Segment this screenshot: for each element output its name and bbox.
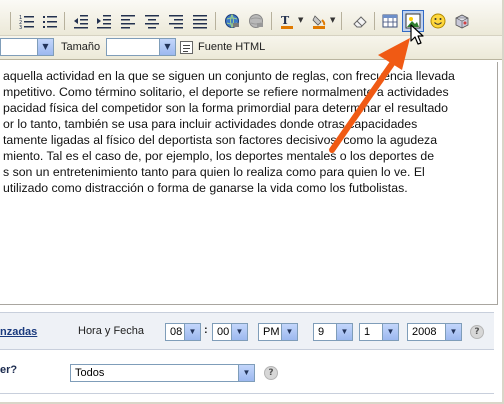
chevron-down-icon: ▼ <box>336 324 352 340</box>
month-value: 9 <box>318 326 325 338</box>
visibility-row: er? Todos ▼ ? <box>0 352 494 394</box>
hour-select[interactable]: 08 ▼ <box>165 323 201 341</box>
day-select[interactable]: 1 ▼ <box>359 323 399 341</box>
chevron-down-icon: ▼ <box>159 39 175 55</box>
toolbar-separator <box>341 12 342 30</box>
text-color-icon[interactable]: T <box>278 11 298 31</box>
smiley-icon[interactable] <box>428 11 448 31</box>
toolbar-separator <box>215 12 216 30</box>
editor-line: or lo tanto, también se usa para incluir… <box>3 117 418 131</box>
mouse-cursor-icon <box>410 24 424 45</box>
background-color-icon[interactable] <box>310 11 330 31</box>
toolbar-separator <box>64 12 65 30</box>
chevron-down-icon: ▼ <box>382 324 398 340</box>
align-left-icon[interactable] <box>118 11 138 31</box>
chevron-down-icon: ▼ <box>281 324 297 340</box>
datetime-label: Hora y Fecha <box>78 325 145 337</box>
visibility-question: er? <box>0 364 18 376</box>
insert-link-icon[interactable] <box>222 11 242 31</box>
day-value: 1 <box>364 326 371 338</box>
editor-line: aquella actividad en la que se siguen un… <box>3 69 455 83</box>
font-size-select[interactable]: ▼ <box>106 38 176 56</box>
hour-value: 08 <box>170 326 183 338</box>
chevron-down-icon[interactable]: ▼ <box>298 17 305 24</box>
editor-line: mpetitivo. Como término solitario, el de… <box>3 85 449 99</box>
editor-line: miento. Tal es el caso de, por ejemplo, … <box>3 149 435 163</box>
outdent-icon[interactable] <box>71 11 91 31</box>
editor-line: tamente ligadas al físico del deportista… <box>3 133 438 147</box>
advanced-options-row: nzadas Hora y Fecha 08 ▼ : 00 ▼ PM ▼ 9 ▼… <box>0 312 494 350</box>
chevron-down-icon: ▼ <box>445 324 461 340</box>
font-toolbar: ▼ Tamaño ▼ Fuente HTML <box>0 36 502 60</box>
ampm-value: PM <box>263 326 280 338</box>
editor-line: utilizado como distracción o forma de ga… <box>3 181 408 195</box>
help-icon[interactable]: ? <box>264 366 278 380</box>
html-source-icon[interactable] <box>180 41 193 54</box>
year-select[interactable]: 2008 ▼ <box>407 323 462 341</box>
help-icon[interactable]: ? <box>470 325 484 339</box>
chevron-down-icon: ▼ <box>37 39 53 55</box>
visibility-select[interactable]: Todos ▼ <box>70 364 255 382</box>
toolbar-separator <box>10 12 11 30</box>
svg-text:T: T <box>281 14 290 27</box>
month-select[interactable]: 9 ▼ <box>313 323 353 341</box>
window-frame: 123 T ▼ ▼ ▼ Tamaño ▼ Fuente HTML aquella… <box>0 0 504 404</box>
chevron-down-icon: ▼ <box>238 365 254 381</box>
minute-select[interactable]: 00 ▼ <box>212 323 248 341</box>
html-source-label[interactable]: Fuente HTML <box>198 41 265 53</box>
advanced-options-link[interactable]: nzadas <box>0 326 37 338</box>
size-label: Tamaño <box>61 41 101 53</box>
formatting-toolbar: 123 T ▼ ▼ <box>0 0 502 36</box>
bullet-list-icon[interactable] <box>40 11 60 31</box>
svg-text:3: 3 <box>19 25 22 29</box>
rich-text-editor[interactable]: aquella actividad en la que se siguen un… <box>0 62 498 305</box>
font-family-select[interactable]: ▼ <box>0 38 54 56</box>
align-center-icon[interactable] <box>142 11 162 31</box>
numbered-list-icon[interactable]: 123 <box>17 11 37 31</box>
indent-icon[interactable] <box>94 11 114 31</box>
chevron-down-icon: ▼ <box>184 324 200 340</box>
year-value: 2008 <box>412 326 437 338</box>
editor-line: s son un entretenimiento tanto para quie… <box>3 165 425 179</box>
table-icon[interactable] <box>380 11 400 31</box>
align-right-icon[interactable] <box>166 11 186 31</box>
time-separator: : <box>204 324 208 336</box>
attachment-icon[interactable] <box>452 11 472 31</box>
toolbar-separator <box>374 12 375 30</box>
justify-icon[interactable] <box>190 11 210 31</box>
ampm-select[interactable]: PM ▼ <box>258 323 298 341</box>
eraser-icon[interactable] <box>350 11 370 31</box>
remove-link-icon[interactable] <box>246 11 266 31</box>
toolbar-separator <box>271 12 272 30</box>
chevron-down-icon: ▼ <box>231 324 247 340</box>
minute-value: 00 <box>217 326 230 338</box>
chevron-down-icon[interactable]: ▼ <box>330 17 337 24</box>
visibility-value: Todos <box>75 367 105 379</box>
editor-line: pacidad física del competidor son la for… <box>3 101 448 115</box>
